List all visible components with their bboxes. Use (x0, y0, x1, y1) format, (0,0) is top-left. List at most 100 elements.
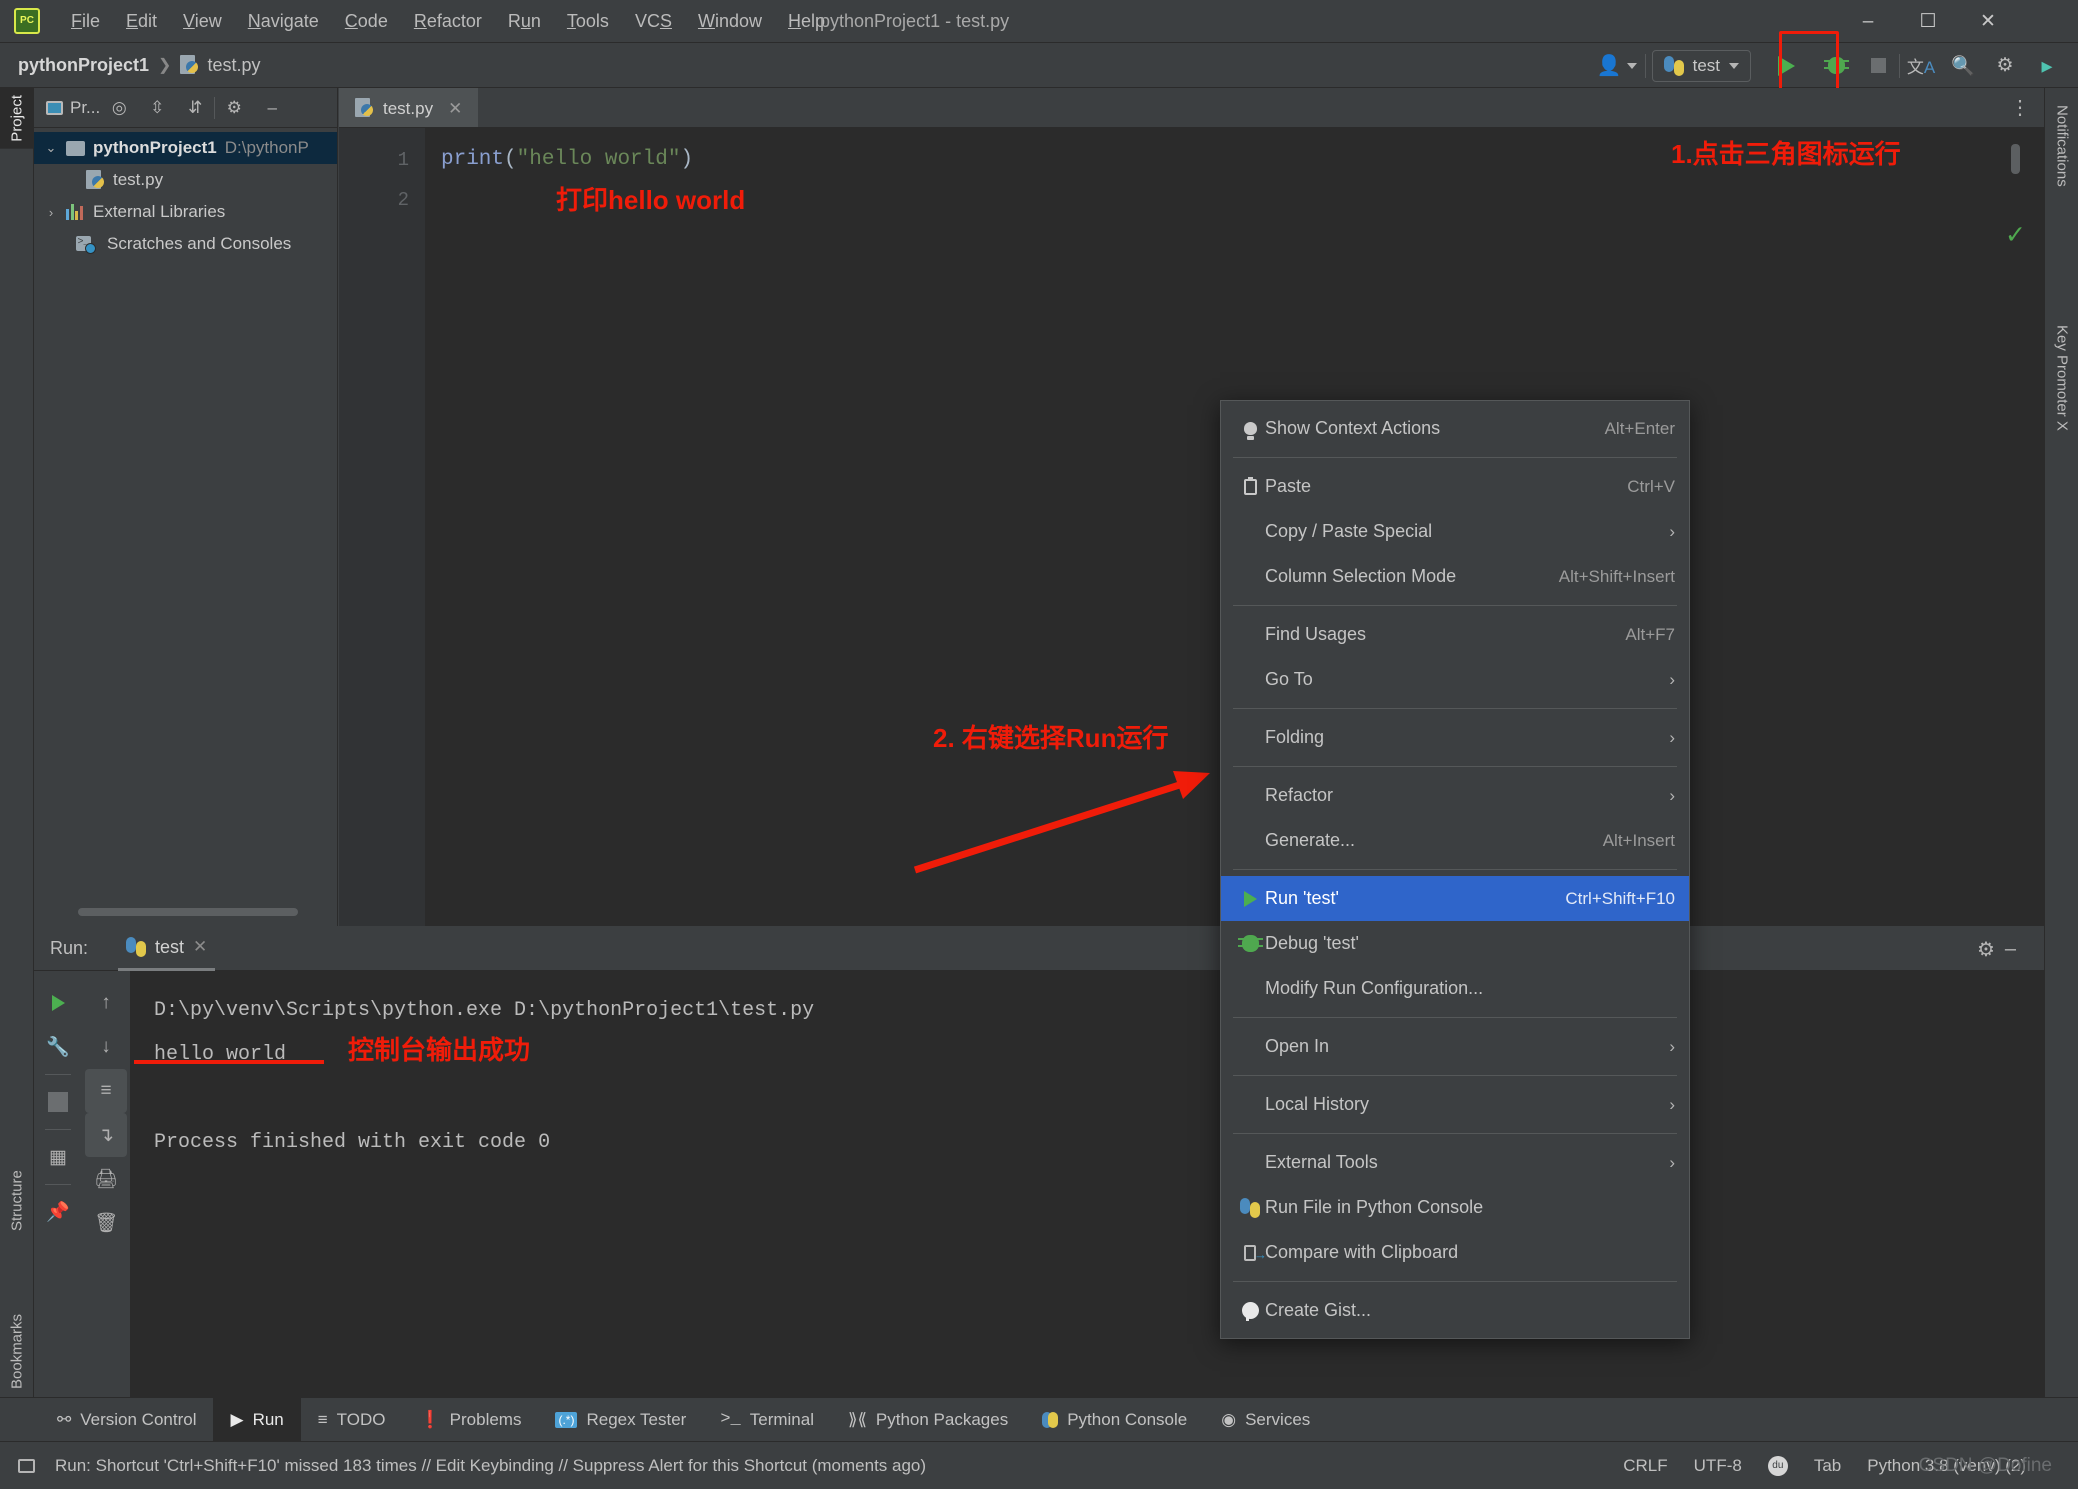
menu-item-show-context-actions[interactable]: Show Context Actions Alt+Enter (1221, 406, 1689, 451)
run-console[interactable]: D:\py\venv\Scripts\python.exe D:\pythonP… (130, 971, 2044, 1426)
menu-vcs[interactable]: VCS (622, 8, 685, 35)
breadcrumb-project[interactable]: pythonProject1 (18, 55, 149, 76)
gear-icon[interactable]: ⚙ (1977, 937, 1995, 962)
run-configuration-selector[interactable]: test (1651, 49, 1751, 82)
status-message[interactable]: Run: Shortcut 'Ctrl+Shift+F10' missed 18… (55, 1456, 926, 1476)
menu-item-find-usages[interactable]: Find Usages Alt+F7 (1221, 612, 1689, 657)
menu-item-generate[interactable]: Generate... Alt+Insert (1221, 818, 1689, 863)
menu-item-go-to[interactable]: Go To › (1221, 657, 1689, 702)
rerun-icon[interactable] (37, 981, 79, 1025)
annotation-underline-hello-world (134, 1060, 324, 1064)
tool-button-terminal[interactable]: >_ Terminal (703, 1398, 831, 1442)
editor-scrollbar[interactable] (2011, 144, 2020, 174)
menu-item-copy-paste-special[interactable]: Copy / Paste Special › (1221, 509, 1689, 554)
tree-item-external-libraries[interactable]: › External Libraries (34, 196, 337, 228)
scroll-to-end-icon[interactable]: ↴ (85, 1113, 127, 1157)
tool-button-services[interactable]: ◉ Services (1204, 1398, 1327, 1442)
menu-item-paste[interactable]: Paste Ctrl+V (1221, 464, 1689, 509)
sidebar-item-notifications[interactable]: Notifications (2045, 98, 2078, 194)
bookmarks-label: Bookmarks (8, 1313, 26, 1389)
status-indent[interactable]: Tab (1814, 1456, 1841, 1476)
print-icon[interactable]: 🖨 (85, 1157, 127, 1201)
run-tool-window: Run: test ✕ ⚙ – 🔧 ▦ 📌 ↑ ↓ ≡ ↴ 🖨 🗑 D:\py\… (34, 927, 2044, 1426)
locate-icon[interactable]: ◎ (100, 88, 138, 128)
tool-button-regex-tester[interactable]: (.*) Regex Tester (538, 1398, 703, 1442)
tree-item-project-root[interactable]: ⌄ pythonProject1 D:\pythonP (34, 132, 337, 164)
menu-run[interactable]: Run (495, 8, 554, 35)
baidu-icon[interactable]: du (1767, 1455, 1788, 1476)
expand-all-icon[interactable]: ⇳ (138, 88, 176, 128)
packages-icon: ⟫⟪ (847, 1409, 867, 1429)
collapse-all-icon[interactable]: ⇵ (176, 88, 214, 128)
menu-item-compare-with-clipboard[interactable]: Compare with Clipboard (1221, 1230, 1689, 1275)
translate-button[interactable]: 文A (1900, 43, 1942, 88)
close-icon[interactable]: ✕ (448, 99, 462, 119)
layout-icon[interactable]: ▦ (37, 1135, 79, 1179)
chevron-right-icon[interactable]: › (44, 205, 58, 220)
close-button[interactable]: ✕ (1958, 0, 2018, 43)
tool-button-python-packages[interactable]: ⟫⟪ Python Packages (831, 1398, 1025, 1442)
tree-item-test-py[interactable]: test.py (34, 164, 337, 196)
chevron-down-icon[interactable]: ⌄ (44, 140, 58, 156)
pin-icon[interactable]: 📌 (37, 1190, 79, 1234)
tool-button-todo[interactable]: ≡ TODO (301, 1398, 403, 1442)
trash-icon[interactable]: 🗑 (85, 1201, 127, 1245)
menu-item-folding[interactable]: Folding › (1221, 715, 1689, 760)
soft-wrap-icon[interactable]: ≡ (85, 1069, 127, 1113)
status-encoding[interactable]: UTF-8 (1694, 1456, 1742, 1476)
wrench-icon[interactable]: 🔧 (37, 1025, 79, 1069)
minimize-button[interactable]: – (1838, 0, 1898, 43)
user-icon[interactable]: 👤 (1589, 43, 1645, 88)
menu-item-column-selection-mode[interactable]: Column Selection Mode Alt+Shift+Insert (1221, 554, 1689, 599)
menu-tools[interactable]: Tools (554, 8, 622, 35)
tool-button-problems[interactable]: ❗ Problems (402, 1398, 538, 1442)
editor-tab-bar: test.py ✕ ⋮ (339, 88, 2044, 128)
menu-item-refactor[interactable]: Refactor › (1221, 773, 1689, 818)
menu-navigate[interactable]: Navigate (235, 8, 332, 35)
menu-edit[interactable]: Edit (113, 8, 170, 35)
minimize-icon[interactable]: – (2005, 938, 2016, 961)
sidebar-item-project[interactable]: Project (0, 88, 34, 149)
down-icon[interactable]: ↓ (85, 1025, 127, 1069)
menu-item-debug-test[interactable]: Debug 'test' (1221, 921, 1689, 966)
up-icon[interactable]: ↑ (85, 981, 127, 1025)
tool-button-version-control[interactable]: ⚯ Version Control (40, 1398, 213, 1442)
gear-icon[interactable]: ⚙ (215, 88, 253, 128)
menu-item-modify-run-configuration[interactable]: Modify Run Configuration... (1221, 966, 1689, 1011)
run-tab-test[interactable]: test ✕ (118, 927, 216, 971)
close-icon[interactable]: ✕ (193, 937, 207, 957)
tool-button-run[interactable]: ▶ Run (213, 1397, 301, 1442)
sidebar-item-key-promoter[interactable]: Key Promoter X (2045, 318, 2078, 438)
menu-window[interactable]: Window (685, 8, 775, 35)
menu-view[interactable]: View (170, 8, 235, 35)
editor-tab-overflow-button[interactable]: ⋮ (2010, 88, 2044, 127)
menu-refactor[interactable]: Refactor (401, 8, 495, 35)
sidebar-item-structure[interactable]: Structure (0, 1126, 34, 1276)
menu-item-open-in[interactable]: Open In › (1221, 1024, 1689, 1069)
inspection-ok-icon[interactable]: ✓ (2005, 220, 2026, 250)
menu-code[interactable]: Code (332, 8, 401, 35)
status-monitor-icon[interactable] (18, 1458, 35, 1473)
menu-item-local-history[interactable]: Local History › (1221, 1082, 1689, 1127)
breadcrumb-file[interactable]: test.py (207, 55, 260, 76)
search-button[interactable]: 🔍 (1942, 43, 1984, 88)
tree-item-scratches[interactable]: >_ Scratches and Consoles (34, 228, 337, 260)
menu-item-run-test[interactable]: Run 'test' Ctrl+Shift+F10 (1221, 876, 1689, 921)
menu-separator (1233, 1075, 1677, 1076)
stop-button[interactable] (1857, 43, 1899, 88)
settings-button[interactable]: ⚙ (1984, 43, 2026, 88)
menu-item-run-file-in-python-console[interactable]: Run File in Python Console (1221, 1185, 1689, 1230)
tool-button-python-console[interactable]: Python Console (1025, 1398, 1204, 1442)
maximize-button[interactable]: ☐ (1898, 0, 1958, 43)
plugin-button[interactable]: ▸ (2026, 43, 2068, 88)
menu-item-external-tools[interactable]: External Tools › (1221, 1140, 1689, 1185)
menu-file[interactable]: File (58, 8, 113, 35)
project-horizontal-scrollbar[interactable] (78, 908, 298, 916)
status-line-separator[interactable]: CRLF (1623, 1456, 1667, 1476)
editor-tab-test-py[interactable]: test.py ✕ (339, 88, 479, 127)
menu-accel-run-test: Ctrl+Shift+F10 (1565, 888, 1675, 908)
stop-icon[interactable] (37, 1080, 79, 1124)
menu-item-create-gist[interactable]: Create Gist... (1221, 1288, 1689, 1333)
minimize-icon[interactable]: – (253, 88, 291, 128)
